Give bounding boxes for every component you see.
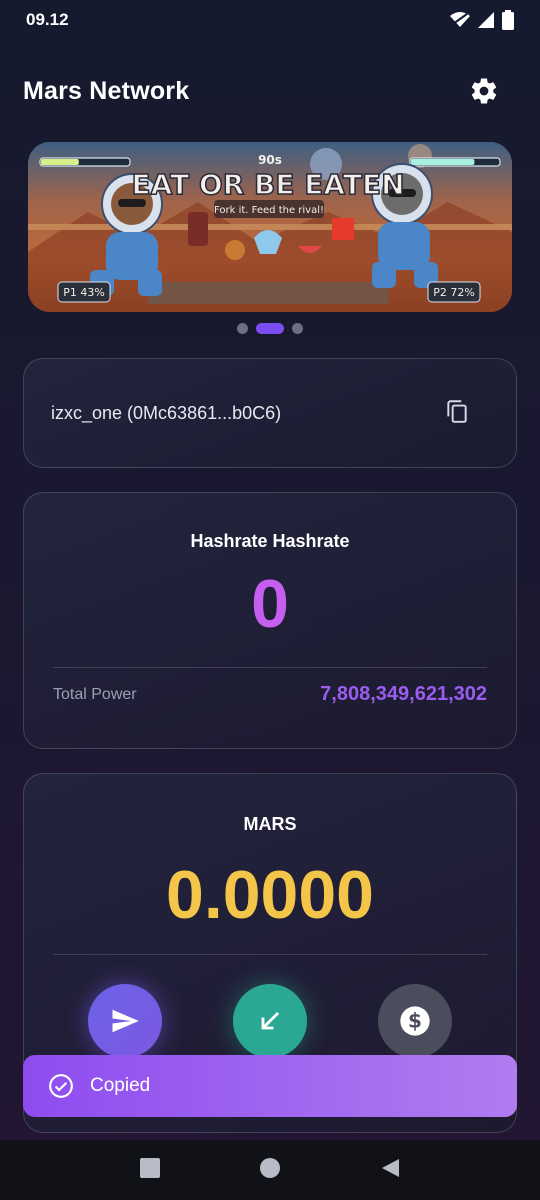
buy-button[interactable]: $ xyxy=(378,984,452,1058)
toast-message: Copied xyxy=(90,1075,151,1096)
carousel-indicator xyxy=(0,323,540,334)
fries-icon xyxy=(332,218,354,240)
receive-icon xyxy=(261,1011,280,1030)
drink-icon xyxy=(188,212,208,246)
total-power-row: Total Power 7,808,349,621,302 xyxy=(53,683,487,706)
check-circle-icon xyxy=(49,1074,73,1098)
divider xyxy=(53,667,487,668)
carousel-dot[interactable] xyxy=(237,323,248,334)
app-header: Mars Network xyxy=(0,60,540,122)
total-power-value: 7,808,349,621,302 xyxy=(320,683,487,705)
action-buttons: $ xyxy=(88,984,452,1058)
system-nav-bar xyxy=(0,1140,540,1200)
copied-toast: Copied xyxy=(23,1055,517,1117)
wallet-address: izxc_one (0Mc63861...b0C6) xyxy=(51,402,282,423)
send-button[interactable] xyxy=(88,984,162,1058)
player1-label: P1 43% xyxy=(63,286,105,299)
back-button[interactable] xyxy=(379,1157,401,1184)
square-icon xyxy=(140,1157,160,1178)
carousel-dot[interactable] xyxy=(256,323,284,334)
recents-button[interactable] xyxy=(139,1157,161,1184)
banner-tagline: Fork it. Feed the rival! xyxy=(214,205,324,216)
promo-banner[interactable]: EAT OR BE EATEN 90s Fork it. Feed the ri… xyxy=(28,142,512,312)
circle-icon xyxy=(260,1157,280,1178)
status-time: 09.12 xyxy=(26,10,69,29)
burger-icon xyxy=(225,240,245,260)
gear-icon xyxy=(471,78,497,104)
copy-button[interactable] xyxy=(444,398,470,429)
wifi-icon xyxy=(450,12,470,27)
banner-artwork: EAT OR BE EATEN 90s Fork it. Feed the ri… xyxy=(28,142,512,312)
divider xyxy=(53,954,487,955)
banner-timer: 90s xyxy=(258,153,282,167)
status-bar: 09.12 xyxy=(0,0,540,40)
status-icons xyxy=(450,10,514,30)
battery-icon xyxy=(502,10,514,30)
hashrate-card: Hashrate Hashrate 0 Total Power 7,808,34… xyxy=(23,492,517,749)
page-title: Mars Network xyxy=(23,76,190,105)
dollar-icon: $ xyxy=(400,1006,430,1036)
triangle-back-icon xyxy=(382,1158,399,1177)
player1-health-bar xyxy=(41,159,79,165)
total-power-label: Total Power xyxy=(53,685,137,703)
hashrate-title: Hashrate Hashrate xyxy=(190,531,350,551)
balance-value: 0.0000 xyxy=(166,857,374,933)
svg-text:$: $ xyxy=(408,1009,422,1033)
send-icon xyxy=(112,1009,139,1033)
signal-icon xyxy=(478,12,494,28)
player2-health-bar xyxy=(411,159,475,165)
settings-button[interactable] xyxy=(468,75,500,107)
copy-icon xyxy=(447,399,467,423)
receive-button[interactable] xyxy=(233,984,307,1058)
player2-label: P2 72% xyxy=(433,286,475,299)
hashrate-value: 0 xyxy=(251,566,289,642)
balance-title: MARS xyxy=(243,814,297,834)
banner-title: EAT OR BE EATEN xyxy=(131,168,404,201)
carousel-dot[interactable] xyxy=(292,323,303,334)
wallet-address-card: izxc_one (0Mc63861...b0C6) xyxy=(23,358,517,468)
home-button[interactable] xyxy=(259,1157,281,1184)
